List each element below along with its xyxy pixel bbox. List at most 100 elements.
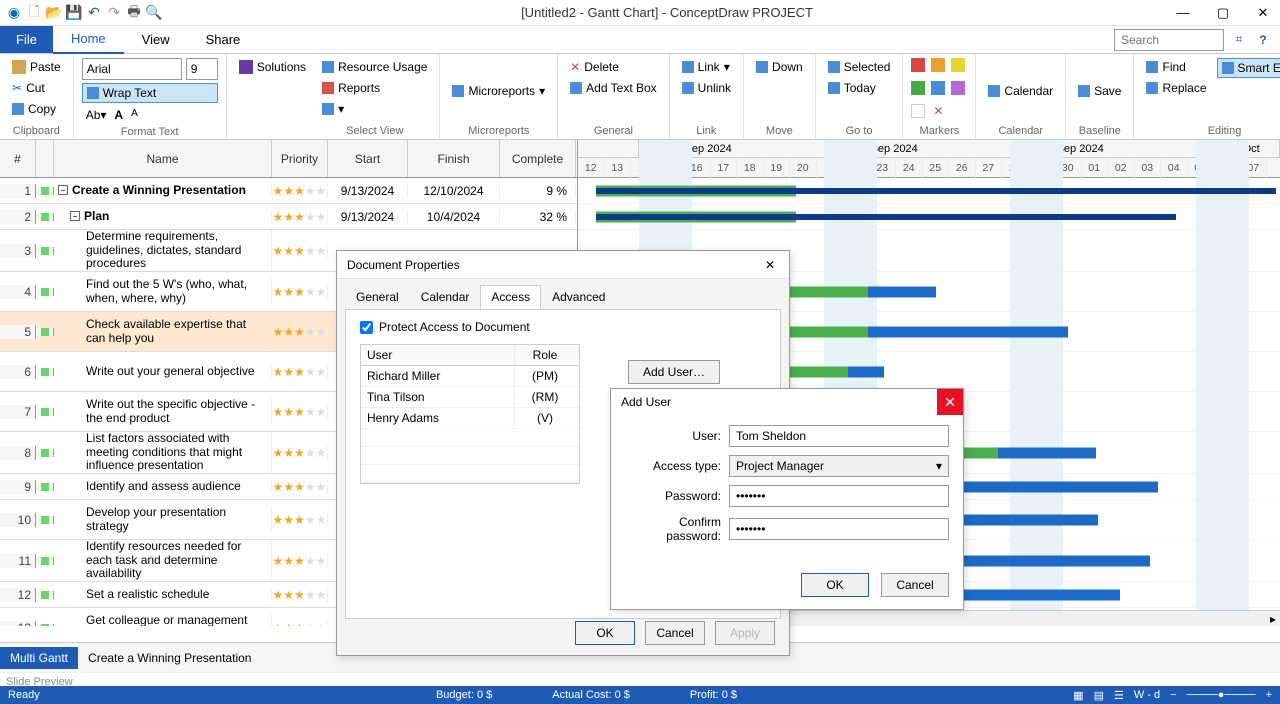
home-tab[interactable]: Home <box>53 25 124 54</box>
minimize-button[interactable]: — <box>1172 2 1194 24</box>
marker-blue[interactable] <box>931 81 945 95</box>
open-icon[interactable]: 📂 <box>46 5 62 21</box>
font-shrink-button[interactable]: A <box>131 108 138 122</box>
col-complete[interactable]: Complete <box>500 140 576 177</box>
zoom-in[interactable]: + <box>1266 689 1272 701</box>
gantt-bar[interactable] <box>596 188 1276 194</box>
smart-enter-button[interactable]: Smart Enter <box>1217 58 1280 78</box>
link-button[interactable]: Link ▾ <box>678 58 735 76</box>
find-button[interactable]: Find <box>1142 58 1210 76</box>
marker-none[interactable] <box>911 104 925 118</box>
col-priority[interactable]: Priority <box>272 140 328 177</box>
add-user-close-button[interactable]: ✕ <box>937 389 963 415</box>
view-tab[interactable]: View <box>124 26 188 53</box>
col-name[interactable]: Name <box>54 140 272 177</box>
cut-button[interactable]: ✂Cut <box>8 79 65 97</box>
font-grow-button[interactable]: A <box>114 108 123 122</box>
save-icon[interactable]: 💾 <box>66 5 82 21</box>
view-icon-1[interactable]: ▦ <box>1073 689 1083 702</box>
docprops-ok-button[interactable]: OK <box>575 621 635 645</box>
view-icon-3[interactable]: ☰ <box>1114 689 1124 702</box>
marker-clear[interactable]: ✕ <box>931 104 945 118</box>
down-button[interactable]: Down <box>752 58 807 76</box>
zoom-out[interactable]: − <box>1170 689 1176 701</box>
col-num[interactable]: # <box>0 140 36 177</box>
col-start[interactable]: Start <box>328 140 408 177</box>
add-user-cancel-button[interactable]: Cancel <box>881 573 949 597</box>
selected-button[interactable]: Selected <box>824 58 895 76</box>
marker-green[interactable] <box>911 81 925 95</box>
gantt-bar[interactable] <box>848 366 884 377</box>
dialog-close-button[interactable]: ✕ <box>761 256 779 274</box>
font-select[interactable] <box>82 58 182 80</box>
print-preview-icon[interactable]: 🔍 <box>146 5 162 21</box>
calendar-button[interactable]: Calendar <box>984 58 1057 123</box>
gantt-bar[interactable] <box>958 481 1158 492</box>
save-baseline-button[interactable]: Save <box>1074 58 1125 123</box>
microreports-button[interactable]: Microreports ▾ <box>448 58 549 123</box>
delete-button[interactable]: ✕Delete <box>566 58 661 76</box>
print-icon[interactable]: 🖶 <box>126 5 142 21</box>
password-input[interactable] <box>729 485 949 507</box>
marker-yellow[interactable] <box>951 58 965 72</box>
sheet-tab-multi[interactable]: Multi Gantt <box>0 647 78 669</box>
protect-checkbox[interactable] <box>360 321 373 334</box>
gantt-bar[interactable] <box>788 326 868 337</box>
gantt-bar[interactable] <box>958 589 1120 600</box>
help-icon[interactable]: ? <box>1254 31 1272 49</box>
share-tab[interactable]: Share <box>188 26 259 53</box>
new-icon[interactable]: 🗋 <box>26 5 42 21</box>
maximize-button[interactable]: ▢ <box>1212 2 1234 24</box>
file-tab[interactable]: File <box>0 26 53 53</box>
search-input[interactable] <box>1114 29 1224 51</box>
gantt-bar[interactable] <box>958 555 1150 566</box>
gantt-bar[interactable] <box>868 286 936 297</box>
user-row[interactable]: Tina Tilson(RM) <box>361 387 579 408</box>
filter-icon[interactable]: ⌗ <box>1230 31 1248 49</box>
view-icon-2[interactable]: ▤ <box>1094 689 1104 702</box>
docprops-cancel-button[interactable]: Cancel <box>645 621 705 645</box>
replace-button[interactable]: Replace <box>1142 79 1210 97</box>
add-user-button[interactable]: Add User… <box>628 360 720 384</box>
solutions-button[interactable]: Solutions <box>235 58 310 76</box>
gantt-bar[interactable] <box>596 214 1176 220</box>
unlink-button[interactable]: Unlink <box>678 79 735 97</box>
gantt-bar[interactable] <box>788 366 848 377</box>
access-type-select[interactable]: Project Manager▾ <box>729 455 949 477</box>
wrap-text-button[interactable]: Wrap Text <box>82 83 218 103</box>
today-button[interactable]: Today <box>824 79 895 97</box>
reports-button[interactable]: Reports <box>318 79 431 97</box>
marker-red[interactable] <box>911 58 925 72</box>
marker-orange[interactable] <box>931 58 945 72</box>
copy-button[interactable]: Copy <box>8 100 65 118</box>
close-button[interactable]: ✕ <box>1252 2 1274 24</box>
gantt-bar[interactable] <box>998 447 1096 458</box>
tab-calendar[interactable]: Calendar <box>410 285 481 309</box>
gantt-bar[interactable] <box>788 286 868 297</box>
font-case-button[interactable]: Ab▾ <box>86 108 107 122</box>
tab-general[interactable]: General <box>345 285 410 309</box>
view-dropdown[interactable]: ▾ <box>318 100 431 118</box>
user-input[interactable] <box>729 425 949 447</box>
marker-purple[interactable] <box>951 81 965 95</box>
undo-icon[interactable]: ↶ <box>86 5 102 21</box>
gantt-bar[interactable] <box>958 514 1098 525</box>
add-text-box-button[interactable]: Add Text Box <box>566 79 661 97</box>
tab-access[interactable]: Access <box>480 285 541 309</box>
docprops-apply-button[interactable]: Apply <box>715 621 775 645</box>
col-finish[interactable]: Finish <box>408 140 500 177</box>
user-row[interactable]: Henry Adams(V) <box>361 408 579 429</box>
zoom-slider[interactable]: ────●──── <box>1187 689 1256 701</box>
size-select[interactable] <box>186 58 218 80</box>
gantt-bar[interactable] <box>868 326 1068 337</box>
resource-usage-button[interactable]: Resource Usage <box>318 58 431 76</box>
user-row[interactable]: Richard Miller(PM) <box>361 366 579 387</box>
table-row[interactable]: 2−Plan★★★★★9/13/202410/4/202432 % <box>0 204 577 230</box>
sheet-tab-main[interactable]: Create a Winning Presentation <box>78 647 261 669</box>
paste-button[interactable]: Paste <box>8 58 65 76</box>
confirm-password-input[interactable] <box>729 518 949 540</box>
tab-advanced[interactable]: Advanced <box>541 285 616 309</box>
add-user-ok-button[interactable]: OK <box>801 573 869 597</box>
gantt-bar[interactable] <box>958 447 998 458</box>
redo-icon[interactable]: ↷ <box>106 5 122 21</box>
